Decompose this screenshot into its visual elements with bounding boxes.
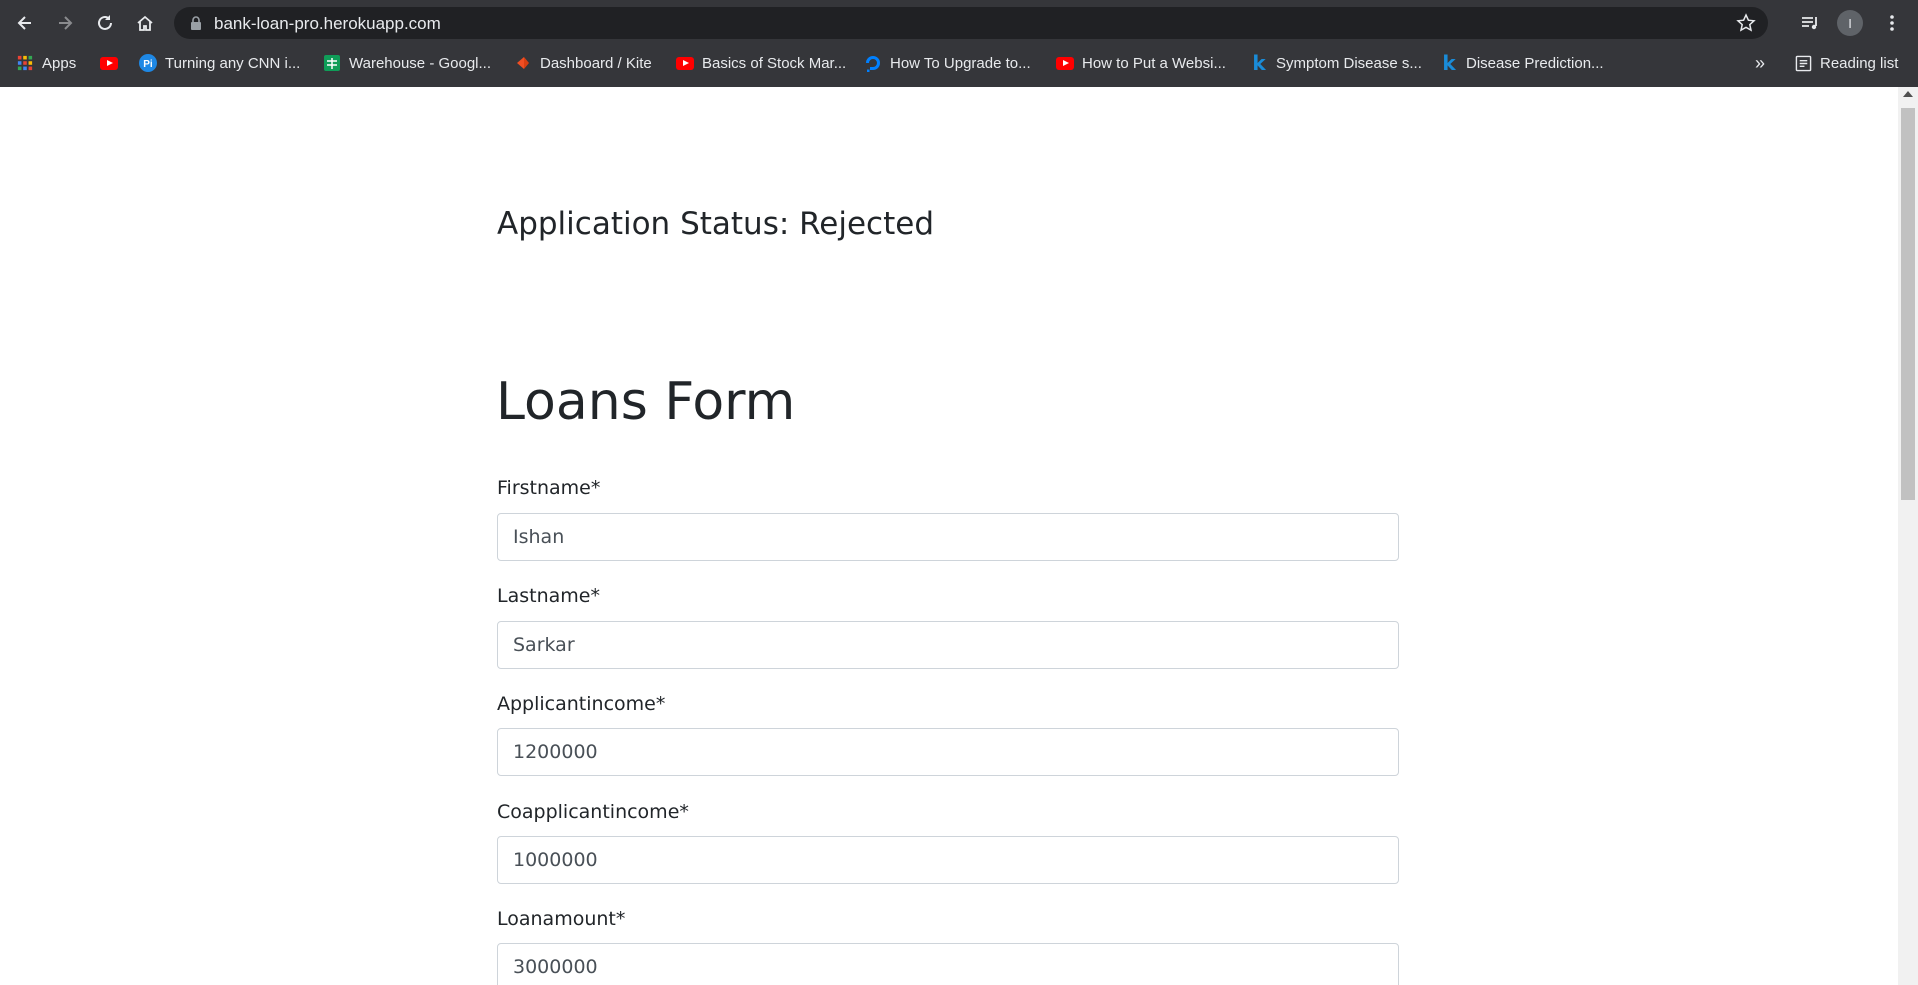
lastname-field[interactable] <box>497 621 1399 669</box>
bookmark-website[interactable]: How to Put a Websi... <box>1056 52 1226 74</box>
bookmark-label: Apps <box>42 54 77 72</box>
kaggle-icon: k <box>1442 51 1456 75</box>
firstname-field[interactable] <box>497 513 1399 561</box>
browser-menu-button[interactable] <box>1878 9 1906 37</box>
youtube-icon <box>676 54 694 72</box>
avatar: I <box>1837 10 1863 36</box>
kaggle-icon: k <box>1252 51 1266 75</box>
back-button[interactable] <box>10 8 40 38</box>
home-button[interactable] <box>130 8 160 38</box>
bookmark-cnn[interactable]: Pi Turning any CNN i... <box>139 52 300 74</box>
firstname-label: Firstname* <box>497 477 601 499</box>
url-text: bank-loan-pro.herokuapp.com <box>214 14 441 33</box>
reload-icon <box>98 15 112 30</box>
youtube-icon <box>100 54 118 72</box>
browser-chrome: bank-loan-pro.herokuapp.com I Apps Pi Tu… <box>0 0 1918 87</box>
profile-button[interactable]: I <box>1836 9 1864 37</box>
bookmark-label: How to Put a Websi... <box>1082 54 1226 72</box>
forward-arrow-icon <box>59 16 73 30</box>
bookmark-stock-market[interactable]: Basics of Stock Mar... <box>676 52 846 74</box>
overflow-label: » <box>1755 52 1766 73</box>
svg-text:Pi: Pi <box>143 59 153 70</box>
bookmark-star-icon[interactable] <box>1736 13 1756 33</box>
bookmark-kite[interactable]: Dashboard / Kite <box>514 52 652 74</box>
kite-icon <box>514 54 532 72</box>
application-status: Application Status: Rejected <box>497 206 934 242</box>
address-bar[interactable]: bank-loan-pro.herokuapp.com <box>174 7 1768 39</box>
applicantincome-field[interactable] <box>497 728 1399 776</box>
bookmark-warehouse[interactable]: Warehouse - Googl... <box>323 52 491 74</box>
scroll-up-arrow-icon[interactable] <box>1903 91 1913 97</box>
bookmark-label: How To Upgrade to... <box>890 54 1031 72</box>
bookmark-label: Dashboard / Kite <box>540 54 652 72</box>
bookmark-disease[interactable]: k Disease Prediction... <box>1440 51 1604 75</box>
coapplicantincome-field[interactable] <box>497 836 1399 884</box>
bookmarks-bar: Apps Pi Turning any CNN i... Warehouse -… <box>0 46 1918 80</box>
loanamount-label: Loanamount* <box>497 908 626 930</box>
bookmark-upgrade[interactable]: How To Upgrade to... <box>864 52 1031 74</box>
back-arrow-icon <box>17 16 31 30</box>
bookmark-label: Warehouse - Googl... <box>349 54 492 72</box>
pi-icon: Pi <box>139 54 157 72</box>
reading-list-icon <box>1794 54 1812 72</box>
loanamount-field[interactable] <box>497 943 1399 985</box>
bookmark-apps[interactable]: Apps <box>16 52 76 74</box>
scrollbar-thumb[interactable] <box>1901 108 1915 500</box>
reload-button[interactable] <box>90 8 120 38</box>
home-icon <box>137 15 153 31</box>
media-control-button[interactable] <box>1796 9 1824 37</box>
bookmark-label: Disease Prediction... <box>1466 54 1604 72</box>
bookmark-label: Symptom Disease s... <box>1276 54 1422 72</box>
kebab-menu-icon <box>1890 15 1894 31</box>
digitalocean-icon <box>864 54 882 72</box>
coapplicantincome-label: Coapplicantincome* <box>497 801 689 823</box>
browser-toolbar: bank-loan-pro.herokuapp.com I <box>0 0 1918 46</box>
applicantincome-label: Applicantincome* <box>497 693 666 715</box>
lastname-label: Lastname* <box>497 585 600 607</box>
forward-button[interactable] <box>50 8 80 38</box>
reading-list-button[interactable]: Reading list <box>1794 52 1898 74</box>
page-title: Loans Form <box>496 372 796 432</box>
playlist-icon <box>1802 17 1817 30</box>
google-sheets-icon <box>323 54 341 72</box>
youtube-icon <box>1056 54 1074 72</box>
bookmarks-overflow-button[interactable]: » <box>1755 52 1765 74</box>
apps-grid-icon <box>16 54 34 72</box>
reading-list-label: Reading list <box>1820 54 1899 72</box>
bookmark-label: Turning any CNN i... <box>165 54 301 72</box>
lock-icon <box>191 16 201 30</box>
bookmark-symptom[interactable]: k Symptom Disease s... <box>1250 52 1422 74</box>
bookmark-label: Basics of Stock Mar... <box>702 54 847 72</box>
bookmark-youtube[interactable] <box>100 52 118 74</box>
